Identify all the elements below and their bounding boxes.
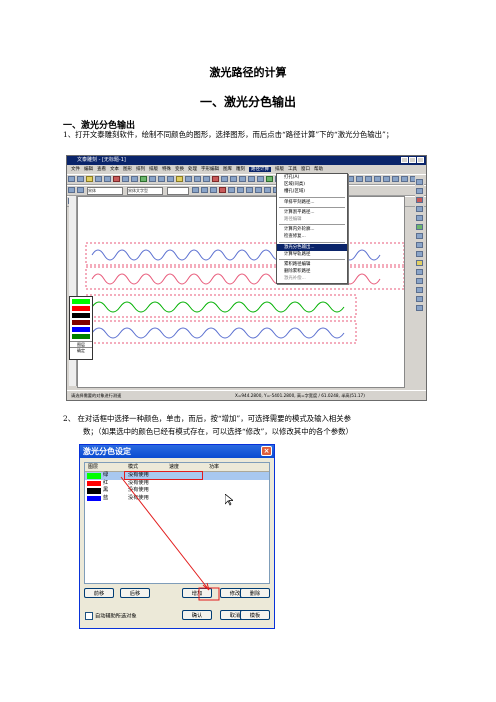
checkbox-label: 自动辅助所选对象 bbox=[95, 613, 137, 620]
auto-select-checkbox[interactable]: 自动辅助所选对象 bbox=[85, 612, 137, 621]
menu-item[interactable]: 排版 bbox=[275, 167, 284, 172]
right-toolbar bbox=[415, 176, 424, 386]
color-swatch bbox=[87, 495, 101, 501]
path-calc-dropdown-menu: 打孔(A) 区域(同类) 槽孔(区域) 单排平刻路径... 计算割平路径... 路径编辑计… bbox=[276, 173, 348, 284]
font-type-select[interactable]: 宋体文字型 bbox=[127, 187, 163, 195]
status-hint: 请选择需要的对象进行测速 bbox=[71, 393, 122, 398]
engraving-software-screenshot: 文泰雕刻 - [无标题-1] 文件 编辑 查看 文本 图形 排列 排版 特殊 变换 处理 字形编辑图… bbox=[66, 155, 427, 401]
menu-item[interactable]: 编辑 bbox=[84, 167, 93, 172]
highlight-annotation bbox=[124, 471, 203, 480]
checkbox-box[interactable] bbox=[85, 612, 93, 620]
dropdown-item[interactable]: 区域(同类) bbox=[277, 181, 347, 188]
color-layer-panel: 图层 确定 bbox=[69, 296, 93, 360]
app-window-title: 文泰雕刻 - [无标题-1] bbox=[77, 157, 126, 163]
menu-item[interactable]: 路径计算 bbox=[249, 167, 271, 172]
laser-color-dialog: 激光分色设定 × 图层 模式 速度 功率 绿没有使用红没有使用黑没有使用蓝没有使… bbox=[79, 444, 275, 629]
calligraphy-artwork bbox=[85, 242, 405, 344]
size-select[interactable] bbox=[167, 187, 189, 195]
dropdown-item[interactable]: 打孔(A) bbox=[277, 174, 347, 181]
status-coords: X=944.2800, Y=-5401.2800, 高=字宽度 / 61.024… bbox=[235, 393, 365, 398]
toolbar-standard bbox=[67, 174, 426, 201]
layer-mode: 没有使用 bbox=[128, 487, 149, 493]
close-icon[interactable]: × bbox=[261, 446, 272, 456]
menu-item[interactable]: 文件 bbox=[71, 167, 80, 172]
layer-table: 图层 模式 速度 功率 绿没有使用红没有使用黑没有使用蓝没有使用 bbox=[84, 462, 270, 584]
table-row[interactable]: 红 没有使用 bbox=[85, 480, 269, 488]
dropdown-item[interactable]: 计算导轨路径 bbox=[277, 251, 347, 258]
table-row[interactable]: 蓝 没有使用 bbox=[85, 495, 269, 503]
app-menu-bar: 文件 编辑 查看 文本 图形 排列 排版 特殊 变换 处理 字形编辑 图库 雕刻 路径计算 排版 工具 窗口 帮助 bbox=[67, 165, 426, 174]
menu-separator bbox=[279, 241, 345, 243]
template-button[interactable]: 模板 bbox=[240, 610, 270, 620]
dropdown-item[interactable]: 激光补偿... bbox=[277, 275, 347, 282]
menu-separator bbox=[279, 206, 345, 208]
menu-item[interactable]: 图库 bbox=[223, 167, 232, 172]
color-swatch bbox=[87, 488, 101, 494]
dropdown-item[interactable]: 槽孔(区域) bbox=[277, 188, 347, 195]
step2-line1: 2、 在对话框中选择一种颜色，单击，而后，按“增加”，可选择需要的模式及输入相关… bbox=[63, 414, 352, 423]
app-title-bar: 文泰雕刻 - [无标题-1] bbox=[67, 156, 426, 165]
dialog-title-bar: 激光分色设定 × bbox=[80, 445, 274, 458]
move-down-button[interactable]: 后移 bbox=[120, 588, 150, 598]
doc-subtitle: 一、激光分色输出 bbox=[199, 95, 296, 109]
menu-item[interactable]: 变换 bbox=[175, 167, 184, 172]
menu-separator bbox=[279, 196, 345, 198]
dropdown-item[interactable]: 单排平刻路径... bbox=[277, 199, 347, 206]
close-icon[interactable] bbox=[417, 157, 424, 163]
delete-button[interactable]: 删除 bbox=[240, 588, 270, 598]
dropdown-item[interactable]: 路径编辑 bbox=[277, 216, 347, 223]
step2-line2: 数；（如果选中的颜色已经有模式存在，可以选择“修改”，以修改其中的各个参数） bbox=[83, 427, 353, 436]
menu-item[interactable]: 文本 bbox=[110, 167, 119, 172]
dialog-title: 激光分色设定 bbox=[83, 447, 131, 456]
confirm-button[interactable]: 确认 bbox=[182, 610, 212, 620]
header-mode: 模式 bbox=[128, 464, 139, 470]
dropdown-item[interactable]: 激光分色输出... bbox=[277, 243, 347, 251]
drawing-canvas[interactable] bbox=[77, 196, 405, 388]
menu-separator bbox=[279, 259, 345, 261]
layer-name: 红 bbox=[103, 479, 109, 486]
color-swatch bbox=[87, 473, 101, 479]
menu-item[interactable]: 排版 bbox=[149, 167, 158, 172]
move-up-button[interactable]: 前移 bbox=[84, 588, 114, 598]
header-speed: 速度 bbox=[169, 464, 180, 470]
status-bar: 请选择需要的对象进行测速 X=944.2800, Y=-5401.2800, 高… bbox=[67, 390, 426, 400]
menu-item[interactable]: 查看 bbox=[97, 167, 106, 172]
menu-item[interactable]: 帮助 bbox=[314, 167, 323, 172]
menu-separator bbox=[279, 224, 345, 226]
menu-item[interactable]: 排列 bbox=[136, 167, 145, 172]
add-button[interactable]: 增加 bbox=[182, 588, 212, 598]
step2-paragraph: 2、 在对话框中选择一种颜色，单击，而后，按“增加”，可选择需要的模式及输入相关… bbox=[63, 412, 435, 438]
menu-item[interactable]: 窗口 bbox=[301, 167, 310, 172]
dropdown-item[interactable]: 累积路径编辑 bbox=[277, 261, 347, 268]
minimize-icon[interactable] bbox=[401, 157, 408, 163]
layer-name: 蓝 bbox=[103, 494, 109, 501]
menu-item[interactable]: 工具 bbox=[288, 167, 297, 172]
menu-item[interactable]: 雕刻 bbox=[236, 167, 245, 172]
menu-item[interactable]: 特殊 bbox=[162, 167, 171, 172]
header-power: 功率 bbox=[209, 464, 220, 470]
header-layer: 图层 bbox=[88, 464, 99, 470]
menu-item[interactable]: 字形编辑 bbox=[201, 167, 219, 172]
maximize-icon[interactable] bbox=[409, 157, 416, 163]
menu-item[interactable]: 图形 bbox=[123, 167, 132, 172]
step1-paragraph: 1、打开文泰雕刻软件，绘制不同颜色的图形，选择图形，而后点击“路径计算”下的“激… bbox=[63, 130, 394, 139]
layer-mode: 没有使用 bbox=[128, 479, 149, 486]
dropdown-item[interactable]: 计算割平路径... bbox=[277, 209, 347, 216]
layer-name: 黑 bbox=[103, 487, 109, 493]
layer-name: 绿 bbox=[103, 472, 109, 478]
toolbar-format: 宋体 宋体文字型 bbox=[67, 185, 426, 196]
doc-title: 激光路径的计算 bbox=[209, 66, 287, 79]
dropdown-item[interactable]: 删除累积路径 bbox=[277, 268, 347, 275]
color-swatch bbox=[87, 480, 101, 486]
dropdown-item[interactable]: 检查修复... bbox=[277, 233, 347, 240]
layer-mode: 没有使用 bbox=[128, 494, 149, 501]
layer-panel-ok[interactable]: 确定 bbox=[70, 347, 92, 353]
dropdown-item[interactable]: 计算内外轮廓... bbox=[277, 226, 347, 233]
menu-item[interactable]: 处理 bbox=[188, 167, 197, 172]
table-row[interactable]: 黑 没有使用 bbox=[85, 487, 269, 495]
mouse-cursor-icon bbox=[225, 494, 233, 506]
font-select[interactable]: 宋体 bbox=[87, 187, 123, 195]
